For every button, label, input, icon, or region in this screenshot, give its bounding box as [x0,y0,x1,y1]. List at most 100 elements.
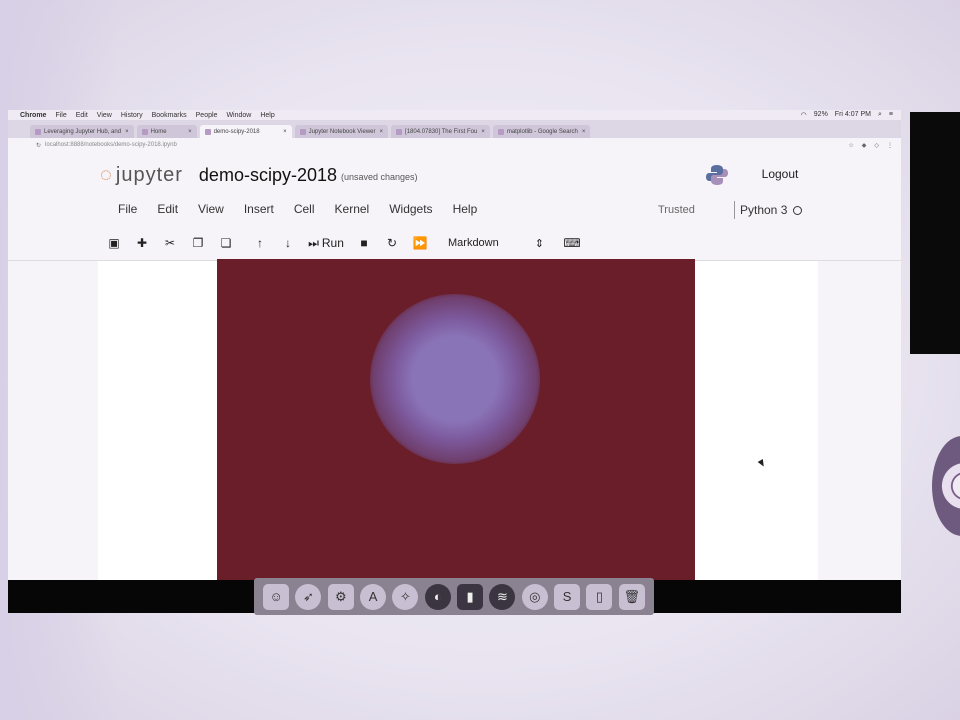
menu-widgets[interactable]: Widgets [379,202,442,216]
app-store-icon[interactable]: A [360,583,387,610]
paste-icon[interactable]: ❏ [212,236,240,250]
tab-demo-scipy[interactable]: demo-scipy-2018 × [199,125,292,138]
terminal-icon[interactable]: ▮ [457,583,484,610]
tab-label: demo-scipy-2018 [213,128,260,135]
menu-file[interactable]: File [108,202,147,216]
chrome-icon[interactable]: ◎ [521,583,548,610]
run-label: Run [321,236,344,250]
menu-chrome[interactable]: Chrome [20,112,46,119]
favicon-icon [141,128,148,135]
photos-icon[interactable]: ◐ [424,583,451,610]
menu-bookmarks[interactable]: Bookmarks [152,112,187,119]
menu-view[interactable]: View [188,202,234,216]
save-icon[interactable]: ▣ [100,236,128,250]
jupyter-page: ◌ jupyter demo-scipy-2018 (unsaved chang… [8,152,901,580]
reload-icon[interactable]: ↻ [36,142,41,149]
finder-icon[interactable]: ☺ [263,583,290,610]
move-up-icon[interactable]: ↑ [246,236,274,250]
menu-list-icon[interactable]: ≡ [889,111,893,119]
menu-help[interactable]: Help [260,112,274,119]
copy-icon[interactable]: ❐ [184,236,212,250]
cut-icon[interactable]: ✂ [156,236,184,250]
safari-icon[interactable]: ✧ [392,583,419,610]
menu-edit[interactable]: Edit [147,202,188,216]
run-button[interactable]: ⏭ Run [302,236,350,251]
extension-icon[interactable]: ◆ [862,142,867,149]
battery-level[interactable]: 92% [814,111,828,119]
menu-help[interactable]: Help [443,202,488,216]
favicon-icon [35,128,41,135]
browser-tab-strip: Leveraging Jupyter Hub, and × Home × dem… [8,120,901,138]
external-display-panel [910,112,960,354]
launchpad-icon[interactable]: ➶ [295,583,322,610]
cell-output-image [217,259,695,580]
python-logo-icon [706,165,728,185]
kernel-idle-icon [793,205,803,215]
cell-type-value: Markdown [448,237,499,249]
run-icon: ⏭ [308,235,319,250]
chrome-menu-icon[interactable]: ⋮ [887,142,893,149]
kernel-name: Python 3 [740,203,788,217]
trusted-indicator[interactable]: Trusted [658,204,695,216]
logout-button[interactable]: Logout [750,163,810,185]
insert-cell-icon[interactable]: ✚ [128,236,156,250]
tab-leveraging-jupyter[interactable]: Leveraging Jupyter Hub, and × [30,125,134,138]
tab-arxiv[interactable]: [1804.07830] The First Fou × [391,125,490,138]
menu-view[interactable]: View [97,112,112,119]
menu-insert[interactable]: Insert [234,202,284,216]
close-tab-icon[interactable]: × [477,129,485,135]
sublime-text-icon[interactable]: S [554,583,581,610]
menu-history[interactable]: History [121,112,143,119]
stop-icon[interactable]: ■ [350,236,378,250]
menu-cell[interactable]: Cell [284,202,325,216]
kernel-status: Python 3 [740,203,803,217]
bookmark-star-icon[interactable]: ☆ [848,142,853,149]
favicon-icon [204,128,211,135]
close-tab-icon[interactable]: × [376,129,384,135]
menu-kernel[interactable]: Kernel [325,202,380,216]
close-tab-icon[interactable]: × [578,129,586,135]
notebook-name[interactable]: demo-scipy-2018 [199,165,337,186]
mac-menubar: Chrome File Edit View History Bookmarks … [8,110,901,120]
document-icon[interactable]: ▯ [586,583,613,610]
cell-type-select[interactable]: Markdown ⇕ [448,237,544,250]
close-tab-icon[interactable]: × [121,129,129,135]
jupyter-logo-icon[interactable]: ◌ [100,165,112,185]
menu-people[interactable]: People [196,112,218,119]
spotify-icon[interactable]: ≋ [489,583,516,610]
keyboard-icon[interactable]: ⌨ [558,236,586,250]
notebook-menubar: File Edit View Insert Cell Kernel Widget… [108,202,487,216]
move-down-icon[interactable]: ↓ [274,236,302,250]
tab-label: matplotlib - Google Search [506,128,578,135]
save-status: (unsaved changes) [341,172,418,182]
notebook-header: ◌ jupyter demo-scipy-2018 (unsaved chang… [100,160,418,190]
tab-nbviewer[interactable]: Jupyter Notebook Viewer × [294,125,389,138]
tab-label: [1804.07830] The First Fou [405,128,478,135]
close-tab-icon[interactable]: × [184,129,192,135]
menu-file[interactable]: File [55,112,66,119]
menu-window[interactable]: Window [226,112,251,119]
color-wheel-icon [932,436,960,536]
tab-label: Leveraging Jupyter Hub, and [44,128,122,135]
favicon-icon [299,128,306,135]
favicon-icon [396,128,403,135]
restart-icon[interactable]: ↻ [378,236,406,250]
tab-label: Jupyter Notebook Viewer [308,128,376,135]
divider [734,201,735,219]
favicon-icon [497,128,504,135]
wifi-icon[interactable]: ◠ [801,111,807,119]
notebook-toolbar: ▣ ✚ ✂ ❐ ❏ ↑ ↓ ⏭ Run ■ ↻ ⏩ Markdown ⇕ ⌨ [100,233,586,253]
close-tab-icon[interactable]: × [279,129,287,135]
trash-icon[interactable]: 🗑 [618,583,645,610]
extension-icon[interactable]: ◇ [874,142,879,149]
tab-home[interactable]: Home × [136,125,197,138]
clock[interactable]: Fri 4:07 PM [835,111,871,119]
jupyter-logo-text[interactable]: jupyter [116,164,183,187]
menu-edit[interactable]: Edit [76,112,88,119]
tab-label: Home [150,128,167,135]
system-preferences-icon[interactable]: ⚙ [327,583,354,610]
search-icon[interactable]: ⌕ [878,111,882,119]
restart-run-all-icon[interactable]: ⏩ [406,236,434,250]
tab-google-search[interactable]: matplotlib - Google Search × [492,125,591,138]
url-field[interactable]: localhost:8888/notebooks/demo-scipy-2018… [45,142,848,148]
